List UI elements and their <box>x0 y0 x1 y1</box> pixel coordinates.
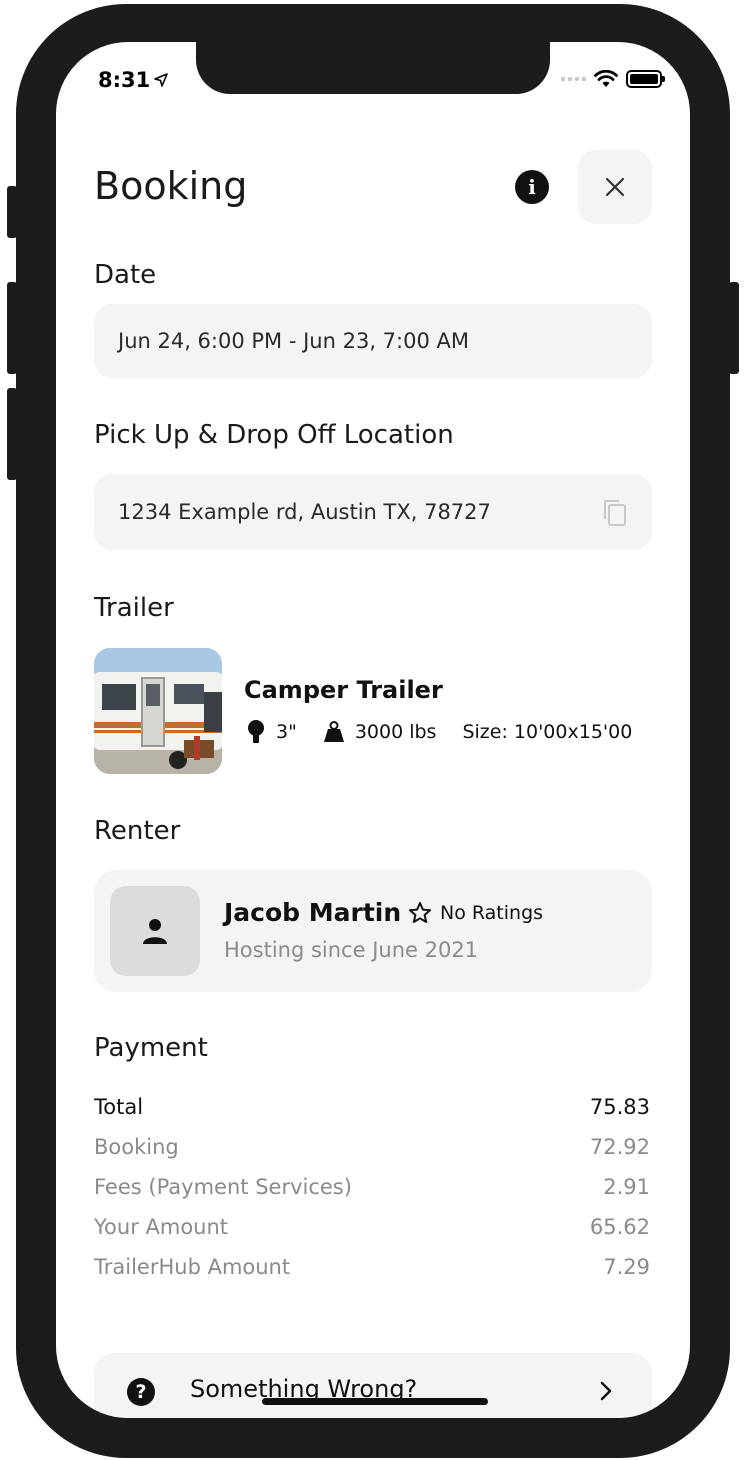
status-time-text: 8:31 <box>98 68 151 92</box>
notch <box>196 42 550 94</box>
payment-row-label: TrailerHub Amount <box>94 1255 291 1279</box>
info-icon[interactable]: i <box>515 170 549 204</box>
location-field: 1234 Example rd, Austin TX, 78727 <box>94 474 652 550</box>
copy-icon[interactable] <box>602 498 628 528</box>
screen: 8:31 Booking i Date Jun 24, 6:00 PM - Ju… <box>56 42 690 1418</box>
weight-value: 3000 lbs <box>354 721 437 743</box>
payment-row-value: 7.29 <box>603 1255 650 1279</box>
payment-row-your-amount: Your Amount 65.62 <box>94 1207 650 1247</box>
chevron-right-icon <box>600 1381 612 1401</box>
trailer-specs: 3" 3000 lbs Size: 10'00x15'00 <box>246 720 632 744</box>
rating-text: No Ratings <box>440 902 544 924</box>
home-indicator[interactable] <box>262 1398 488 1405</box>
payment-row-value: 2.91 <box>603 1175 650 1199</box>
payment-row-total: Total 75.83 <box>94 1087 650 1127</box>
payment-row-booking: Booking 72.92 <box>94 1127 650 1167</box>
renter-name: Jacob Martin <box>224 898 402 927</box>
page-title: Booking <box>94 164 248 208</box>
close-icon <box>605 177 625 197</box>
hitch-spec: 3" <box>246 720 297 744</box>
location-label: Pick Up & Drop Off Location <box>94 420 454 450</box>
hitch-value: 3" <box>276 721 297 743</box>
status-icons <box>561 70 665 88</box>
star-outline-icon <box>409 902 431 923</box>
location-arrow-icon <box>154 73 169 87</box>
header: Booking i <box>94 150 652 226</box>
avatar <box>110 886 200 976</box>
status-time: 8:31 <box>98 68 169 92</box>
wifi-icon <box>594 70 618 87</box>
payment-row-fees: Fees (Payment Services) 2.91 <box>94 1167 650 1207</box>
date-value: Jun 24, 6:00 PM - Jun 23, 7:00 AM <box>118 329 469 353</box>
volume-up-button <box>7 282 17 374</box>
payment-row-label: Booking <box>94 1135 179 1159</box>
location-value: 1234 Example rd, Austin TX, 78727 <box>118 500 491 524</box>
power-button <box>729 282 739 374</box>
payment-row-label: Your Amount <box>94 1215 229 1239</box>
weight-spec: 3000 lbs <box>323 721 437 743</box>
payment-row-trailerhub-amount: TrailerHub Amount 7.29 <box>94 1247 650 1287</box>
renter-label: Renter <box>94 816 181 846</box>
payment-row-label: Total <box>94 1095 144 1119</box>
renter-since: Hosting since June 2021 <box>224 938 479 962</box>
silent-switch <box>7 186 17 238</box>
date-label: Date <box>94 260 157 290</box>
close-button[interactable] <box>578 150 652 224</box>
battery-icon <box>626 70 665 88</box>
trailer-label: Trailer <box>94 593 174 623</box>
date-field[interactable]: Jun 24, 6:00 PM - Jun 23, 7:00 AM <box>94 304 652 378</box>
weight-icon <box>323 721 344 742</box>
renter-card[interactable]: Jacob Martin No Ratings Hosting since Ju… <box>94 870 652 992</box>
trailer-name: Camper Trailer <box>244 676 443 704</box>
question-icon: ? <box>127 1378 155 1406</box>
size-value: Size: 10'00x15'00 <box>462 721 633 743</box>
trailer-hitch-icon <box>248 720 264 743</box>
payment-label: Payment <box>94 1033 208 1063</box>
payment-row-value: 65.62 <box>589 1215 650 1239</box>
payment-breakdown: Total 75.83 Booking 72.92 Fees (Payment … <box>94 1087 650 1287</box>
booking-content: Booking i Date Jun 24, 6:00 PM - Jun 23,… <box>94 150 652 1279</box>
payment-row-value: 72.92 <box>589 1135 650 1159</box>
payment-row-value: 75.83 <box>589 1095 650 1119</box>
payment-row-label: Fees (Payment Services) <box>94 1175 352 1199</box>
trailer-image[interactable] <box>94 648 222 774</box>
cellular-signal-icon <box>561 77 586 81</box>
volume-down-button <box>7 388 17 480</box>
something-wrong-button[interactable]: ? Something Wrong? <box>94 1353 652 1418</box>
renter-rating: No Ratings <box>408 901 543 925</box>
person-icon <box>143 919 167 944</box>
